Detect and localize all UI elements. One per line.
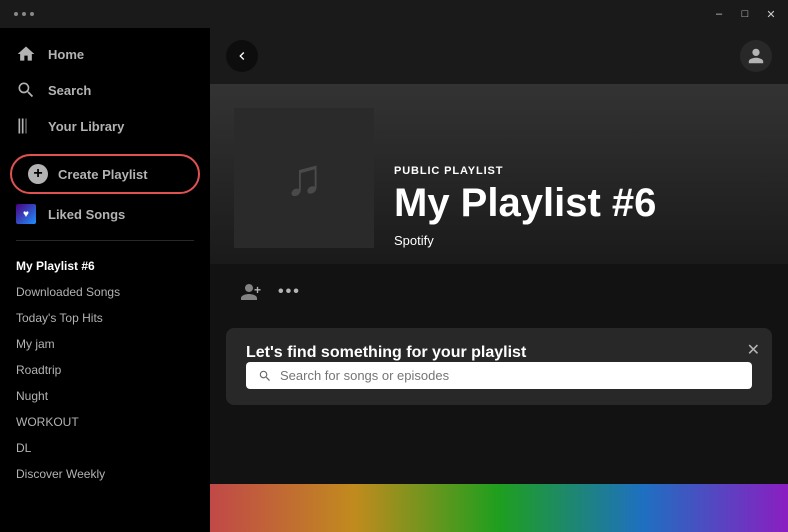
title-dot-2 [22,12,26,16]
search-label: Search [48,83,91,98]
playlist-item-workout[interactable]: WORKOUT [0,409,210,435]
playlist-actions: + ••• [210,264,788,320]
home-label: Home [48,47,84,62]
more-options-button[interactable]: ••• [278,283,301,301]
main-content: ♫ PUBLIC PLAYLIST My Playlist #6 Spotify… [210,28,788,532]
search-icon [16,80,36,100]
minimize-button[interactable]: – [710,7,728,21]
close-icon: ✕ [747,342,760,359]
playlist-name: My Playlist #6 [394,181,656,225]
find-songs-panel: Let's find something for your playlist ✕ [226,328,772,405]
plus-icon: + [28,164,48,184]
top-nav [210,28,788,84]
sidebar-item-library[interactable]: Your Library [0,108,210,144]
music-note-icon: ♫ [285,148,324,208]
playlist-type-label: PUBLIC PLAYLIST [394,165,656,177]
app-body: Home Search Your Library + Create Playli… [0,28,788,532]
search-bar-icon [258,369,272,383]
playlist-item-discover-weekly[interactable]: Discover Weekly [0,461,210,487]
playlist-item-todays-top-hits[interactable]: Today's Top Hits [0,305,210,331]
user-button[interactable] [740,40,772,72]
playlist-item-roadtrip[interactable]: Roadtrip [0,357,210,383]
search-input[interactable] [280,368,740,383]
playlist-list: My Playlist #6 Downloaded Songs Today's … [0,249,210,524]
home-icon [16,44,36,64]
title-dot-3 [30,12,34,16]
back-icon [234,48,250,64]
title-dot-1 [14,12,18,16]
sidebar: Home Search Your Library + Create Playli… [0,28,210,532]
title-bar: – □ ✕ [0,0,788,28]
create-playlist-button[interactable]: + Create Playlist [10,154,200,194]
more-icon: ••• [278,283,301,300]
find-songs-title: Let's find something for your playlist [246,344,526,361]
library-icon [16,116,36,136]
sidebar-item-liked-songs[interactable]: ♥ Liked Songs [0,196,210,232]
maximize-button[interactable]: □ [736,7,754,21]
close-button[interactable]: ✕ [762,7,780,21]
liked-songs-label: Liked Songs [48,207,125,222]
liked-songs-icon: ♥ [16,204,36,224]
search-bar[interactable] [246,362,752,389]
svg-text:+: + [254,283,261,297]
playlist-info: PUBLIC PLAYLIST My Playlist #6 Spotify [394,165,656,248]
sidebar-divider [16,240,194,241]
playlist-item-downloaded-songs[interactable]: Downloaded Songs [0,279,210,305]
playlist-item-my-playlist-6[interactable]: My Playlist #6 [0,253,210,279]
sidebar-item-home[interactable]: Home [0,36,210,72]
find-songs-close-button[interactable]: ✕ [747,340,760,360]
add-user-button[interactable]: + [234,280,262,304]
playlist-owner: Spotify [394,233,656,248]
playlist-header: ♫ PUBLIC PLAYLIST My Playlist #6 Spotify [210,84,788,264]
title-bar-dots [14,12,34,16]
user-icon [747,47,765,65]
bottom-color-bar [210,484,788,532]
playlist-item-dl[interactable]: DL [0,435,210,461]
back-button[interactable] [226,40,258,72]
create-playlist-label: Create Playlist [58,167,148,182]
playlist-item-my-jam[interactable]: My jam [0,331,210,357]
sidebar-item-search[interactable]: Search [0,72,210,108]
playlist-item-nught[interactable]: Nught [0,383,210,409]
add-user-icon: + [234,280,262,304]
playlist-artwork: ♫ [234,108,374,248]
library-label: Your Library [48,119,124,134]
